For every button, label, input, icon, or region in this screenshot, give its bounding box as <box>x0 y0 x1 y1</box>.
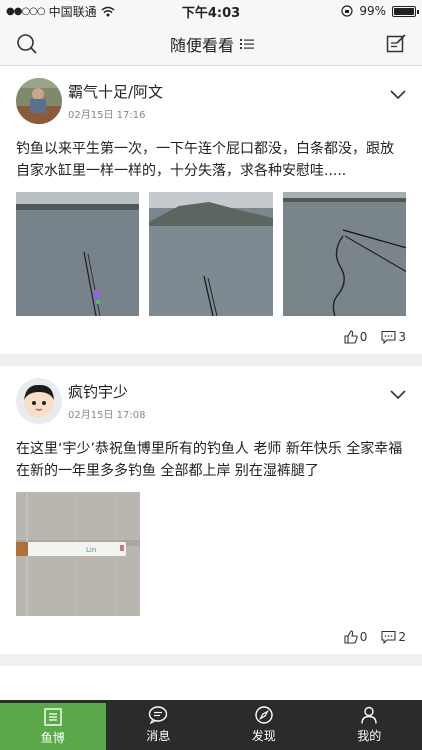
post-photo[interactable]: Lin <box>16 492 140 616</box>
nav-bar: 随便看看 <box>0 22 422 66</box>
avatar[interactable] <box>16 78 62 124</box>
post-text: 钓鱼以来平生第一次，一下午连个屁口都没，白条都没，跟放自家水缸里一样一样的，十分… <box>16 141 394 179</box>
tab-label: 发现 <box>251 729 276 743</box>
list-icon <box>240 38 254 49</box>
post-card[interactable]: 疯钓宇少 02月15日 17:08 在这里‘宇少’恭祝鱼博里所有的钓鱼人 老师 … <box>0 366 422 654</box>
username[interactable]: 疯钓宇少 <box>68 381 145 402</box>
tab-me[interactable]: 我的 <box>317 700 422 750</box>
svg-text:Lin: Lin <box>86 546 96 554</box>
status-bar: ●●○○○ 中国联通 下午4:03 99% <box>0 0 422 22</box>
tab-label: 鱼博 <box>40 730 65 745</box>
post-photo[interactable] <box>149 192 273 316</box>
message-icon <box>149 706 168 724</box>
comment-button[interactable]: 3 <box>381 330 406 344</box>
thumbs-up-icon <box>344 630 358 644</box>
tab-feed[interactable]: 鱼博 <box>0 703 106 750</box>
person-icon <box>361 706 377 724</box>
chevron-down-icon[interactable] <box>390 390 406 400</box>
avatar[interactable] <box>16 378 62 424</box>
username[interactable]: 霸气十足/阿文 <box>68 81 163 102</box>
nav-title-button[interactable]: 随便看看 <box>170 32 254 56</box>
like-count: 0 <box>359 330 368 344</box>
comment-icon <box>381 630 396 644</box>
compass-icon <box>255 706 273 724</box>
comment-icon <box>381 330 396 344</box>
search-icon[interactable] <box>16 33 38 55</box>
edit-icon[interactable] <box>386 33 406 54</box>
post-photo[interactable] <box>282 192 406 316</box>
orientation-lock-icon <box>341 5 353 17</box>
post-text: 在这里‘宇少’恭祝鱼博里所有的钓鱼人 老师 新年快乐 全家幸福 在新的一年里多多… <box>16 441 403 479</box>
feed-icon <box>44 707 62 726</box>
tab-bar: 鱼博 消息 发现 我的 <box>0 700 422 750</box>
post-time: 02月15日 17:16 <box>68 110 146 121</box>
chevron-down-icon[interactable] <box>390 90 406 100</box>
wifi-icon <box>101 6 115 16</box>
comment-count: 3 <box>398 330 406 344</box>
like-button[interactable]: 0 <box>344 630 368 644</box>
post-photo[interactable] <box>16 192 140 316</box>
carrier-label: 中国联通 <box>48 4 97 19</box>
post-card[interactable] <box>0 666 422 700</box>
tab-messages[interactable]: 消息 <box>106 700 212 750</box>
like-button[interactable]: 0 <box>344 330 368 344</box>
like-count: 0 <box>359 630 368 644</box>
battery-percent: 99% <box>359 4 386 18</box>
tab-discover[interactable]: 发现 <box>211 700 317 750</box>
tab-label: 我的 <box>357 729 382 743</box>
post-time: 02月15日 17:08 <box>68 410 146 421</box>
page-title: 随便看看 <box>169 35 234 55</box>
tab-label: 消息 <box>146 729 171 743</box>
thumbs-up-icon <box>344 330 358 344</box>
feed-list[interactable]: 霸气十足/阿文 02月15日 17:16 钓鱼以来平生第一次，一下午连个屁口都没… <box>0 66 422 700</box>
post-card[interactable]: 霸气十足/阿文 02月15日 17:16 钓鱼以来平生第一次，一下午连个屁口都没… <box>0 66 422 354</box>
comment-count: 2 <box>398 630 406 644</box>
comment-button[interactable]: 2 <box>381 630 406 644</box>
battery-icon <box>392 5 419 17</box>
signal-icon: ●●○○○ <box>6 5 46 17</box>
